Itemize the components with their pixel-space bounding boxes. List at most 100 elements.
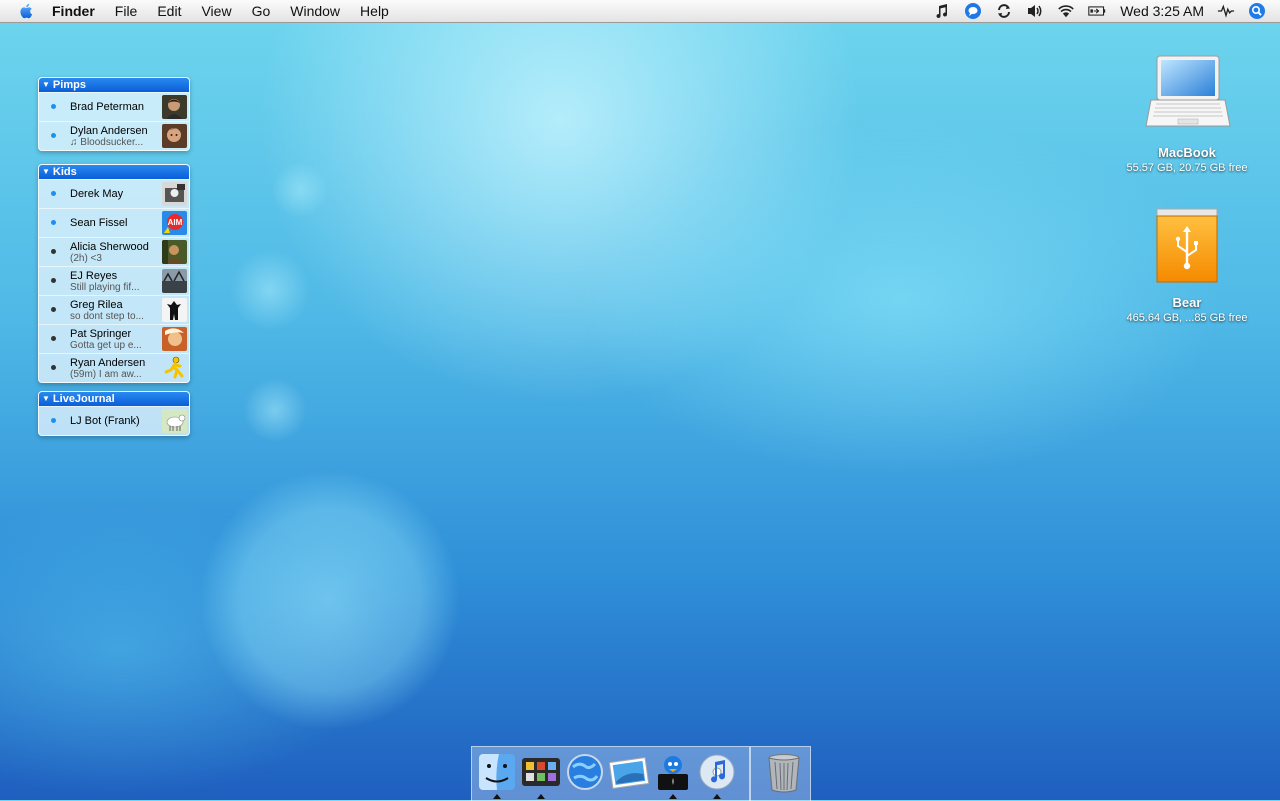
buddy-avatar	[162, 95, 187, 119]
menubar-clock[interactable]: Wed 3:25 AM	[1120, 3, 1204, 19]
menu-go[interactable]: Go	[252, 3, 271, 19]
buddy-name: Brad Peterman	[70, 101, 144, 113]
buddy-avatar	[162, 240, 187, 264]
menu-file[interactable]: File	[115, 3, 138, 19]
group-header-pimps[interactable]: ▼ Pimps	[39, 78, 189, 92]
buddy-name: Alicia Sherwood	[70, 241, 149, 253]
usb-drive-icon	[1156, 208, 1218, 283]
adium-icon	[658, 756, 688, 790]
running-indicator	[493, 794, 501, 799]
drive-capacity: 465.64 GB, ...85 GB free	[1126, 312, 1248, 324]
buddy-row[interactable]: EJ Reyes Still playing fif...	[39, 266, 189, 295]
dock-trash[interactable]	[764, 752, 804, 794]
dock-finder[interactable]	[477, 752, 517, 799]
finder-icon	[479, 754, 515, 790]
buddy-row[interactable]: Alicia Sherwood (2h) <3	[39, 237, 189, 266]
dock-safari[interactable]	[565, 752, 605, 794]
group-header-kids[interactable]: ▼ Kids	[39, 165, 189, 179]
group-header-livejournal[interactable]: ▼ LiveJournal	[39, 392, 189, 406]
spotlight-icon[interactable]	[1248, 2, 1266, 20]
apple-menu-icon[interactable]	[18, 2, 36, 20]
dock-adium[interactable]	[653, 752, 693, 799]
group-name: Pimps	[52, 79, 86, 91]
away-status-icon	[51, 307, 56, 312]
buddy-avatar	[162, 124, 187, 148]
laptop-icon	[1145, 55, 1231, 127]
buddy-row[interactable]: Dylan Andersen ♫ Bloodsucker...	[39, 121, 189, 150]
dock-itunes[interactable]	[697, 752, 737, 799]
music-note-icon[interactable]	[933, 2, 951, 20]
goat-avatar-icon	[162, 409, 187, 433]
buddy-row[interactable]: LJ Bot (Frank)	[39, 406, 189, 435]
buddy-avatar	[162, 298, 187, 322]
online-status-icon	[51, 104, 56, 109]
macbook-drive-icon[interactable]: MacBook 55.57 GB, 20.75 GB free	[1112, 52, 1262, 174]
buddy-name: EJ Reyes	[70, 270, 118, 282]
buddy-avatar	[162, 182, 187, 206]
running-indicator	[669, 794, 677, 799]
dock-dashboard[interactable]	[521, 752, 561, 799]
buddy-row[interactable]: Derek May	[39, 179, 189, 208]
buddy-name: Dylan Andersen	[70, 125, 148, 137]
buddy-status-message: (59m) I am aw...	[70, 369, 142, 380]
buddy-row[interactable]: Pat Springer Gotta get up e...	[39, 324, 189, 353]
menu-view[interactable]: View	[201, 3, 231, 19]
preview-icon	[608, 757, 650, 789]
buddy-name: Sean Fissel	[70, 217, 128, 229]
volume-icon[interactable]	[1026, 2, 1044, 20]
bear-drive-icon[interactable]: Bear 465.64 GB, ...85 GB free	[1112, 206, 1262, 324]
menu-edit[interactable]: Edit	[157, 3, 181, 19]
online-status-icon	[51, 418, 56, 423]
wifi-icon[interactable]	[1057, 2, 1075, 20]
menu-window[interactable]: Window	[290, 3, 340, 19]
safari-icon	[567, 754, 603, 790]
buddy-status-message: so dont step to...	[70, 311, 144, 322]
buddy-group-kids: ▼ Kids Derek May Sean Fissel AIM Alicia …	[38, 164, 190, 383]
aim-avatar-icon: AIM	[162, 211, 187, 235]
itunes-icon	[699, 754, 735, 790]
dock	[471, 746, 811, 801]
buddy-row[interactable]: Sean Fissel AIM	[39, 208, 189, 237]
running-indicator	[537, 794, 545, 799]
group-name: LiveJournal	[52, 393, 115, 405]
buddy-name: LJ Bot (Frank)	[70, 415, 140, 427]
buddy-row[interactable]: Greg Rilea so dont step to...	[39, 295, 189, 324]
menubar-status-area: Wed 3:25 AM	[920, 0, 1266, 22]
disclosure-triangle-icon[interactable]: ▼	[42, 165, 50, 179]
trash-icon	[768, 754, 800, 793]
menu-help[interactable]: Help	[360, 3, 389, 19]
buddy-avatar	[162, 269, 187, 293]
sync-icon[interactable]	[995, 2, 1013, 20]
messenger-icon[interactable]	[964, 2, 982, 20]
buddy-status-message: Gotta get up e...	[70, 340, 142, 351]
buddy-status-message: Still playing fif...	[70, 282, 140, 293]
disclosure-triangle-icon[interactable]: ▼	[42, 78, 50, 92]
buddy-name: Derek May	[70, 188, 124, 200]
running-indicator	[713, 794, 721, 799]
aim-badge-text: AIM	[168, 218, 183, 227]
group-name: Kids	[52, 166, 77, 178]
buddy-row[interactable]: Brad Peterman	[39, 92, 189, 121]
buddy-name: Ryan Andersen	[70, 357, 146, 369]
online-status-icon	[51, 133, 56, 138]
app-menu-finder[interactable]: Finder	[52, 3, 95, 19]
activity-icon[interactable]	[1217, 2, 1235, 20]
aim-running-man-icon	[164, 356, 184, 379]
online-status-icon	[51, 220, 56, 225]
buddy-row[interactable]: Ryan Andersen (59m) I am aw...	[39, 353, 189, 382]
dock-preview[interactable]	[608, 752, 650, 794]
drive-label: MacBook	[1158, 145, 1216, 160]
buddy-name: Pat Springer	[70, 328, 132, 340]
online-status-icon	[51, 191, 56, 196]
drive-label: Bear	[1172, 295, 1202, 310]
buddy-avatar	[162, 327, 187, 351]
battery-icon[interactable]	[1088, 2, 1106, 20]
buddy-status-message: (2h) <3	[70, 253, 102, 264]
away-status-icon	[51, 365, 56, 370]
away-status-icon	[51, 249, 56, 254]
buddy-group-livejournal: ▼ LiveJournal LJ Bot (Frank)	[38, 391, 190, 436]
away-status-icon	[51, 336, 56, 341]
buddy-status-message: ♫ Bloodsucker...	[70, 137, 144, 148]
away-status-icon	[51, 278, 56, 283]
disclosure-triangle-icon[interactable]: ▼	[42, 392, 50, 406]
